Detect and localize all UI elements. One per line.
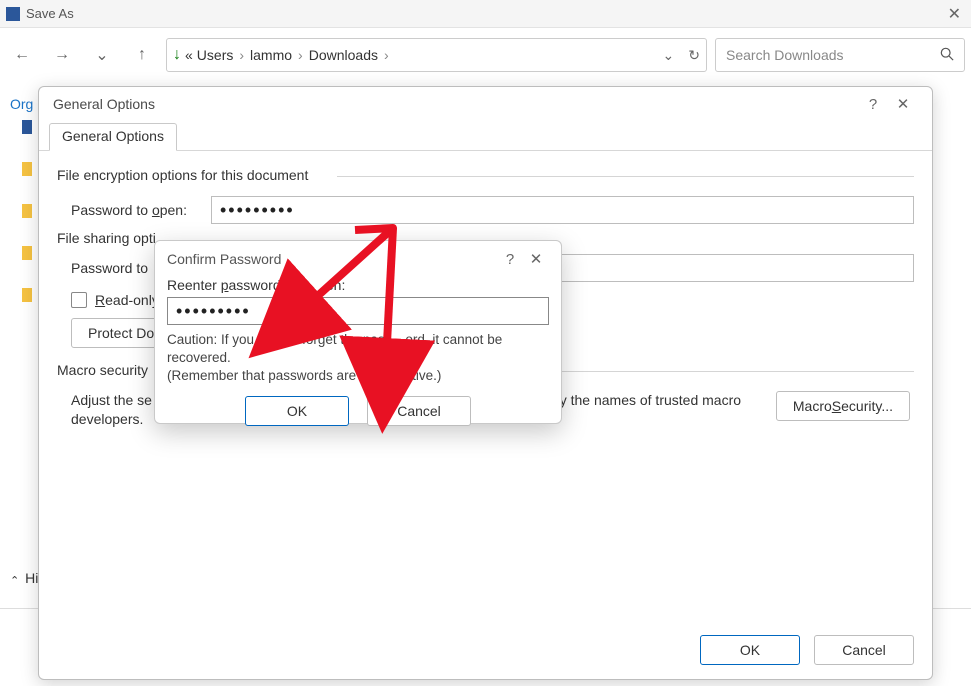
password-to-open-label: Password to open: (71, 202, 201, 218)
password-to-open-input[interactable] (211, 196, 914, 224)
nav-recent-button[interactable]: ⌄ (86, 39, 118, 71)
search-icon (940, 47, 954, 64)
caution-text: Caution: If you lose or forget the passo… (167, 331, 549, 386)
ok-button[interactable]: OK (700, 635, 800, 665)
nav-back-button[interactable]: ← (6, 39, 38, 71)
address-dropdown-icon[interactable]: ⌄ (663, 47, 675, 64)
folder-icon (22, 162, 32, 176)
address-bar[interactable]: ↓ « Users › lammo › Downloads › ⌄ ↻ (166, 38, 707, 72)
dialog-titlebar: General Options ? ✕ (39, 87, 932, 121)
breadcrumb-users[interactable]: Users (197, 47, 234, 63)
folder-icon (22, 204, 32, 218)
tab-general-options[interactable]: General Options (49, 123, 177, 151)
saveas-titlebar: Save As ✕ (0, 0, 971, 28)
chevron-right-icon: › (296, 47, 305, 63)
folder-icon (22, 246, 32, 260)
search-input[interactable]: Search Downloads (715, 38, 965, 72)
confirm-title: Confirm Password (167, 251, 281, 267)
nav-row: ← → ⌄ ↑ ↓ « Users › lammo › Downloads › … (0, 33, 971, 77)
double-chevron-icon: « (185, 47, 193, 63)
chevron-right-icon: › (237, 47, 246, 63)
password-to-open-row: Password to open: (71, 196, 914, 224)
up-icon: ↑ (138, 46, 146, 64)
app-icon (6, 7, 20, 21)
sidebar-icons (22, 120, 32, 302)
download-icon: ↓ (173, 46, 181, 64)
readonly-label: Read-only (95, 292, 159, 308)
refresh-icon[interactable]: ↻ (688, 47, 700, 64)
help-icon[interactable]: ? (497, 251, 523, 268)
close-icon[interactable]: ✕ (888, 95, 918, 113)
confirm-body: Reenter password to oen: Caution: If you… (155, 277, 561, 426)
chevron-up-icon: ⌄ (10, 573, 19, 586)
nav-up-button[interactable]: ↑ (126, 39, 158, 71)
breadcrumb-user[interactable]: lammo (250, 47, 292, 63)
tabstrip: General Options (39, 121, 932, 151)
hide-label: Hi (25, 570, 38, 586)
cancel-button[interactable]: Cancel (814, 635, 914, 665)
folder-icon (22, 120, 32, 134)
macro-security-button[interactable]: Macro Security... (776, 391, 910, 421)
close-icon[interactable]: ✕ (523, 250, 549, 268)
breadcrumb-downloads[interactable]: Downloads (309, 47, 378, 63)
chevron-right-icon: › (382, 47, 391, 63)
confirm-titlebar: Confirm Password ? ✕ (155, 241, 561, 277)
reenter-password-input[interactable] (167, 297, 549, 325)
help-icon[interactable]: ? (858, 96, 888, 113)
close-icon[interactable]: ✕ (948, 4, 961, 24)
section-encryption-label: File encryption options for this documen… (57, 167, 914, 183)
nav-forward-button[interactable]: → (46, 39, 78, 71)
confirm-cancel-button[interactable]: Cancel (367, 396, 471, 426)
readonly-checkbox[interactable] (71, 292, 87, 308)
folder-icon (22, 288, 32, 302)
dialog-footer: OK Cancel (700, 635, 914, 665)
chevron-down-icon: ⌄ (95, 45, 108, 65)
window-title: Save As (26, 6, 74, 21)
dialog-title: General Options (53, 96, 155, 112)
confirm-password-dialog: Confirm Password ? ✕ Reenter password to… (154, 240, 562, 424)
reenter-label: Reenter password to oen: (167, 277, 549, 293)
confirm-ok-button[interactable]: OK (245, 396, 349, 426)
confirm-footer: OK Cancel (167, 396, 549, 426)
organize-label[interactable]: Org (10, 96, 33, 112)
search-placeholder: Search Downloads (726, 47, 940, 63)
back-icon: ← (14, 46, 30, 64)
forward-icon: → (54, 46, 70, 64)
hide-folders-toggle[interactable]: ⌄ Hi (10, 570, 38, 586)
